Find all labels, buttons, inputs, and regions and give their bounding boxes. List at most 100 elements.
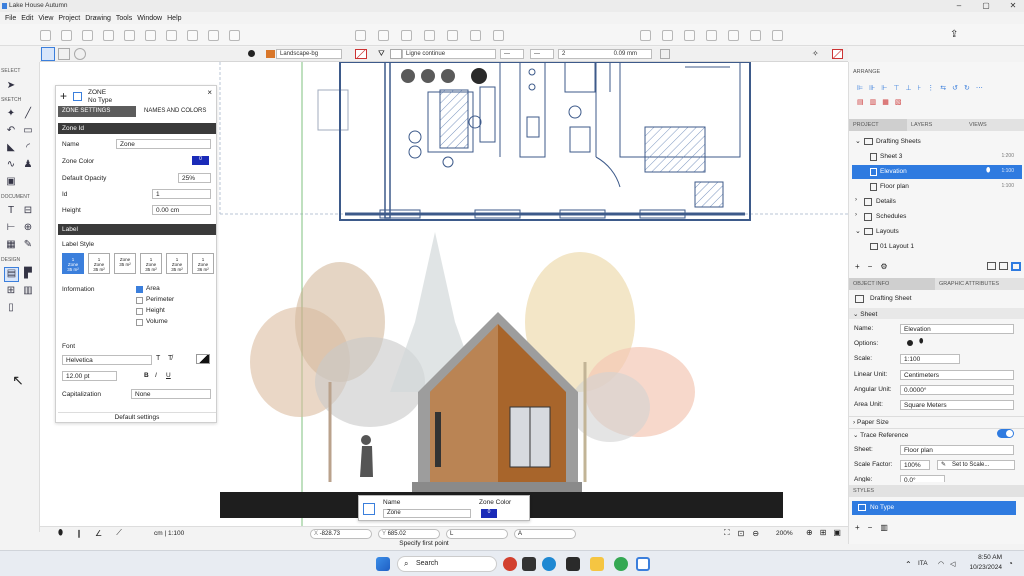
length-field[interactable]: L xyxy=(446,529,508,539)
pointer-tool-icon[interactable]: ➤ xyxy=(5,80,17,92)
news-icon[interactable] xyxy=(503,557,517,571)
opacity-icon[interactable] xyxy=(660,49,670,59)
trace-sheet-select[interactable]: Floor plan xyxy=(900,445,1014,455)
name-prop-field[interactable]: Elevation xyxy=(900,324,1014,334)
layer-color-swatch[interactable] xyxy=(266,50,275,58)
perimeter-checkbox[interactable] xyxy=(136,297,143,304)
pin-tool-icon[interactable]: ⬮ xyxy=(58,528,63,538)
clear-attributes-icon[interactable] xyxy=(832,49,843,59)
lasso-icon[interactable] xyxy=(74,48,86,60)
cut-icon[interactable] xyxy=(187,30,198,41)
view-mode-2-icon[interactable] xyxy=(999,262,1008,270)
clip-icon[interactable] xyxy=(208,30,219,41)
volume-icon[interactable]: ◁ xyxy=(950,560,955,568)
font-size-select[interactable]: 12.00 pt xyxy=(62,371,117,381)
angle-field[interactable]: A xyxy=(514,529,576,539)
label-style-2[interactable]: 1 Zone 35 m² xyxy=(88,253,110,274)
mirror-icon[interactable] xyxy=(145,30,156,41)
italic-button[interactable]: I xyxy=(155,372,157,379)
height-field[interactable]: 0.00 cm xyxy=(152,205,211,215)
tab-views[interactable]: VIEWS xyxy=(965,119,1023,131)
snap-angle-icon[interactable] xyxy=(378,30,389,41)
maximize-button[interactable]: ▢ xyxy=(979,1,993,11)
paste-icon[interactable] xyxy=(40,30,51,41)
zone-id-section[interactable]: Zone Id xyxy=(58,123,216,134)
zoom-in-icon[interactable]: ⊕ xyxy=(806,528,813,537)
bold-button[interactable]: B xyxy=(144,372,149,379)
render-icon[interactable] xyxy=(750,30,761,41)
close-button[interactable]: ✕ xyxy=(1006,1,1020,11)
view-mode-icon[interactable] xyxy=(987,262,996,270)
stamp-tool-icon[interactable]: ♟ xyxy=(22,159,34,171)
add-style-button[interactable]: + xyxy=(855,523,860,532)
opacity-select[interactable]: 25% xyxy=(178,173,211,183)
remove-sheet-button[interactable]: − xyxy=(868,262,873,271)
add-sheet-button[interactable]: + xyxy=(855,262,860,271)
fit-selection-icon[interactable]: ⊡ xyxy=(738,529,745,538)
link-icon[interactable] xyxy=(229,30,240,41)
send-back-icon[interactable]: ▤ xyxy=(857,98,864,106)
menu-tools[interactable]: Tools xyxy=(116,15,132,22)
menu-edit[interactable]: Edit xyxy=(21,15,33,22)
tree-floor-plan[interactable]: Floor plan 1:100 xyxy=(852,180,1022,194)
door-tool-icon[interactable]: ▥ xyxy=(22,285,34,297)
selection-mode-icon[interactable] xyxy=(41,47,55,61)
layer-select[interactable]: Landscape-bg xyxy=(276,49,342,59)
wifi-icon[interactable]: ◠ xyxy=(938,560,944,568)
text-color-icon[interactable]: T xyxy=(156,355,160,362)
bring-front-icon[interactable]: ▧ xyxy=(895,98,902,106)
tray-chevron-icon[interactable]: ⌃ xyxy=(905,560,912,569)
tab-zone-settings[interactable]: ZONE SETTINGS xyxy=(58,106,136,117)
line-end-select[interactable]: — xyxy=(530,49,554,59)
label-style-4[interactable]: 1 Zone 35 m² xyxy=(140,253,162,274)
window-tool-icon[interactable]: ⊞ xyxy=(5,285,17,297)
text-tool-icon[interactable]: T xyxy=(5,205,17,217)
tree-schedules[interactable]: › Schedules xyxy=(852,210,1022,224)
area-checkbox[interactable] xyxy=(136,286,143,293)
object-icon[interactable] xyxy=(728,30,739,41)
notification-icon[interactable]: ◔ xyxy=(1008,559,1013,568)
pin-icon[interactable]: ⬮ xyxy=(986,167,990,175)
align-center-icon[interactable]: ⊪ xyxy=(869,84,875,92)
id-field[interactable]: 1 xyxy=(152,189,211,199)
label-style-6[interactable]: 1 Zone 36 m² xyxy=(192,253,214,274)
set-to-scale-button[interactable]: ✎ Set to Scale... xyxy=(937,460,1015,470)
combine-icon[interactable] xyxy=(166,30,177,41)
options-gear-icon[interactable]: ⚙ xyxy=(880,262,887,271)
callout-tool-icon[interactable]: ⊟ xyxy=(22,205,34,217)
align-left-icon[interactable]: ⊫ xyxy=(857,84,863,92)
select-all-icon[interactable] xyxy=(58,48,70,60)
label-style-5[interactable]: 1 Zone 35 m² xyxy=(166,253,188,274)
tree-details[interactable]: › Details xyxy=(852,195,1022,209)
angular-unit-select[interactable]: 0.0000° xyxy=(900,385,1014,395)
area-unit-select[interactable]: Square Meters xyxy=(900,400,1014,410)
table-tool-icon[interactable]: ▦ xyxy=(5,239,17,251)
height-checkbox[interactable] xyxy=(136,308,143,315)
rotate-left-icon[interactable]: ↺ xyxy=(952,84,958,92)
text-fill-swatch[interactable] xyxy=(196,354,210,364)
slab-icon[interactable] xyxy=(684,30,695,41)
slash-icon[interactable]: ⟋ xyxy=(116,528,122,538)
measure-tool-icon[interactable]: ✎ xyxy=(22,239,34,251)
add-icon[interactable]: + xyxy=(60,89,67,103)
clock-date[interactable]: 10/23/2024 xyxy=(962,564,1002,571)
label-section[interactable]: Label xyxy=(58,224,216,235)
label-style-3[interactable]: Zone 35 m² xyxy=(114,253,136,274)
snap-tangent-icon[interactable] xyxy=(470,30,481,41)
image-tool-icon[interactable]: ▣ xyxy=(5,176,17,188)
option-dot-icon[interactable] xyxy=(907,340,913,346)
bring-forward-icon[interactable]: ▦ xyxy=(882,98,889,106)
minimize-button[interactable]: – xyxy=(952,1,966,11)
menu-file[interactable]: File xyxy=(5,15,16,22)
volume-checkbox[interactable] xyxy=(136,319,143,326)
file-explorer-icon[interactable] xyxy=(590,557,604,571)
style-no-type[interactable]: No Type xyxy=(852,501,1016,515)
align-icon[interactable] xyxy=(82,30,93,41)
font-select[interactable]: Helvetica xyxy=(62,355,152,365)
zone-tool-icon[interactable]: ▤ xyxy=(4,267,19,282)
pen-color-swatch[interactable] xyxy=(355,49,367,59)
snap-intersect-icon[interactable] xyxy=(401,30,412,41)
line-width-select[interactable]: 2 0.09 mm xyxy=(558,49,652,59)
paper-size-section[interactable]: › Paper Size xyxy=(849,416,1024,427)
popup-color-swatch[interactable]: 0 xyxy=(481,509,497,518)
